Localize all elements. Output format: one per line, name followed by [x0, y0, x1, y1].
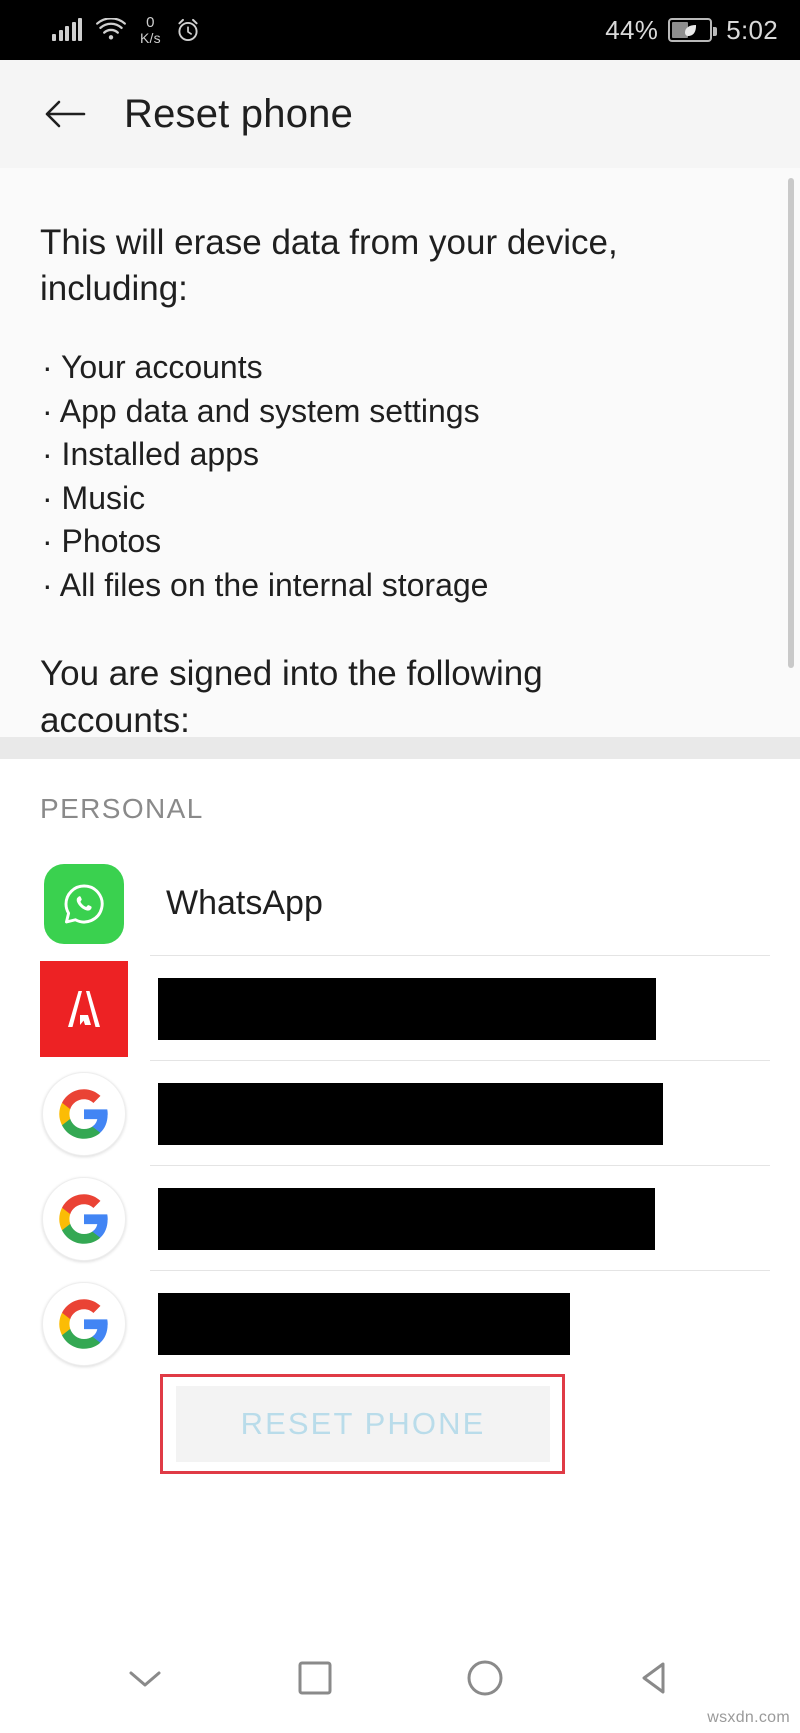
circle-icon[interactable]: [462, 1655, 508, 1701]
system-navigation-bar: [0, 1623, 800, 1733]
adobe-glyph: [68, 990, 100, 1027]
list-item: Installed apps: [40, 433, 760, 477]
description-outro: You are signed into the following accoun…: [40, 654, 543, 737]
list-item[interactable]: [0, 1061, 800, 1166]
scrollbar-thumb[interactable]: [788, 178, 794, 668]
description-intro: This will erase data from your device, i…: [40, 223, 618, 309]
redacted-account-name: [158, 1292, 570, 1355]
chevron-down-icon[interactable]: [123, 1663, 167, 1693]
app-bar: Reset phone: [0, 60, 800, 168]
phone-screen: 0 K/s 44% 5:02 Reset phone This will era…: [0, 0, 800, 1733]
list-item[interactable]: [0, 1166, 800, 1271]
reset-phone-button[interactable]: RESET PHONE: [176, 1386, 550, 1462]
reset-phone-zone: RESET PHONE: [160, 1374, 565, 1474]
status-bar-right: 44% 5:02: [605, 15, 778, 46]
battery-percent-label: 44%: [605, 14, 659, 45]
whatsapp-icon: [44, 863, 124, 944]
status-bar-left: 0 K/s: [52, 15, 201, 45]
wifi-icon: [96, 18, 126, 40]
list-item[interactable]: [0, 956, 800, 1061]
google-icon: [42, 1281, 126, 1366]
reset-phone-button-label: RESET PHONE: [240, 1406, 486, 1441]
account-icon-slot: [40, 1175, 128, 1263]
redacted-account-name: [158, 1187, 655, 1250]
status-bar: 0 K/s 44% 5:02: [0, 0, 800, 60]
square-icon[interactable]: [294, 1657, 336, 1699]
account-icon-slot: [40, 1070, 128, 1158]
signal-bars-icon: [52, 18, 82, 41]
list-item: All files on the internal storage: [40, 564, 760, 608]
triangle-back-icon[interactable]: [635, 1657, 677, 1699]
google-g-glyph: [59, 1298, 108, 1349]
accounts-section-label: PERSONAL: [40, 793, 204, 824]
account-icon-slot: [40, 960, 128, 1057]
list-item[interactable]: WhatsApp: [0, 851, 800, 956]
google-g-glyph: [59, 1088, 108, 1139]
scrollbar[interactable]: [788, 178, 794, 688]
redacted-account-name: [158, 977, 656, 1040]
network-speed-value: 0: [146, 14, 155, 32]
leaf-icon: [685, 25, 697, 36]
redacted-account-name: [158, 1082, 663, 1145]
back-arrow-icon[interactable]: [44, 97, 86, 131]
google-icon: [42, 1176, 126, 1261]
watermark: wsxdn.com: [707, 1709, 790, 1726]
battery-saver-icon: [668, 18, 718, 42]
account-icon-slot: [40, 1280, 128, 1368]
clock-label: 5:02: [726, 14, 778, 45]
list-item: Music: [40, 477, 760, 521]
google-g-glyph: [59, 1193, 108, 1244]
account-name: WhatsApp: [166, 884, 323, 922]
accounts-panel: PERSONAL WhatsApp: [0, 759, 800, 1623]
alarm-clock-icon: [178, 18, 198, 42]
list-item: Your accounts: [40, 346, 760, 390]
network-speed-indicator: 0 K/s: [140, 15, 161, 45]
list-item: Photos: [40, 520, 760, 564]
google-icon: [42, 1071, 126, 1156]
section-divider: [0, 737, 800, 759]
whatsapp-glyph: [64, 884, 104, 923]
erase-items-list: Your accounts App data and system settin…: [40, 346, 760, 607]
page-title: Reset phone: [124, 91, 354, 136]
network-speed-unit: K/s: [140, 29, 161, 46]
list-item[interactable]: [0, 1271, 800, 1376]
list-item: App data and system settings: [40, 390, 760, 434]
description-panel: This will erase data from your device, i…: [0, 168, 800, 737]
adobe-icon: [40, 960, 128, 1057]
account-icon-slot: [40, 860, 128, 948]
